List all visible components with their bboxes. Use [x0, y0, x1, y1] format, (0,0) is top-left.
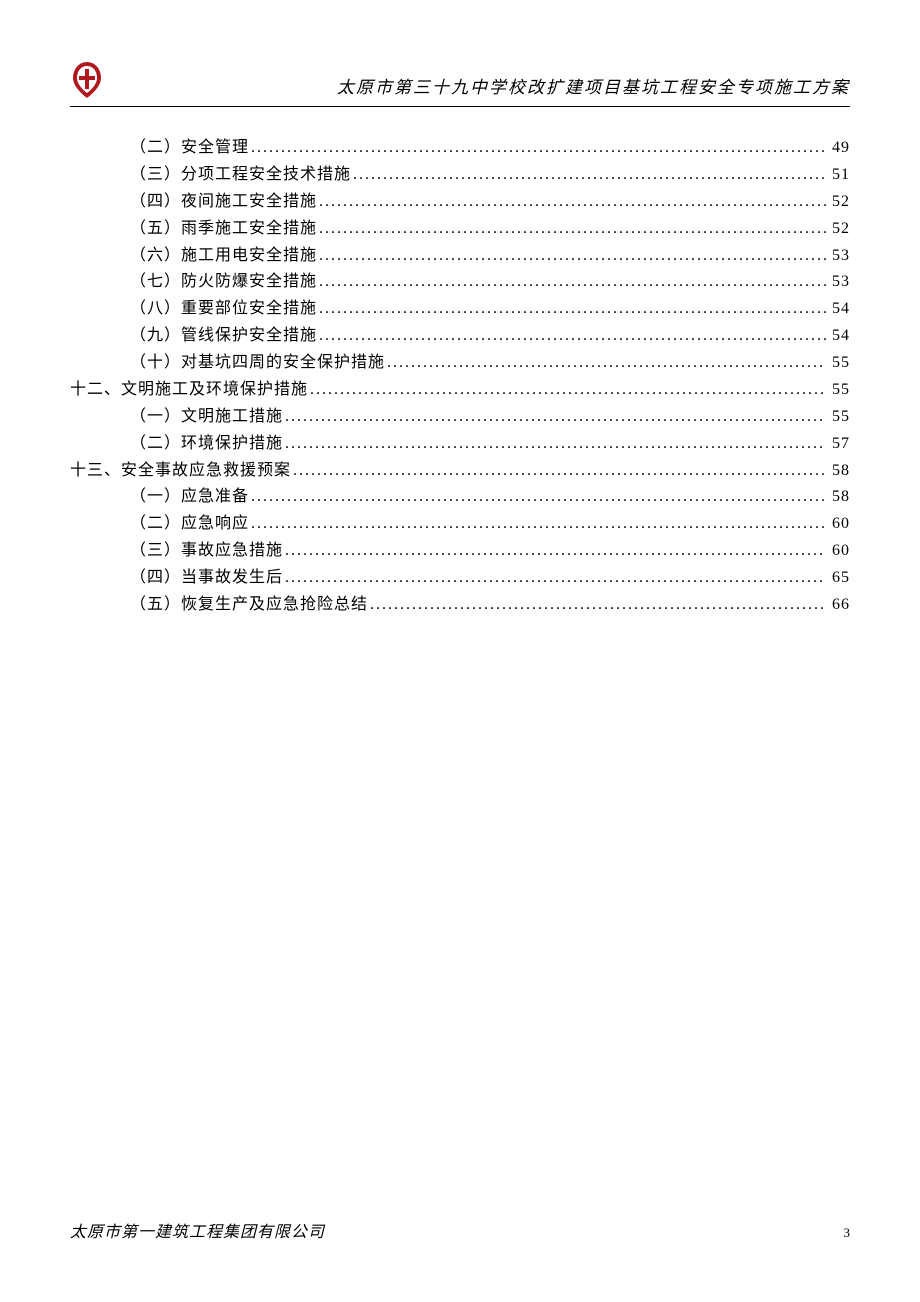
toc-page-number: 53 [826, 269, 850, 296]
toc-leader-dots [317, 243, 826, 270]
toc-label: （七）防火防爆安全措施 [130, 269, 317, 296]
header-title: 太原市第三十九中学校改扩建项目基坑工程安全专项施工方案 [104, 73, 850, 100]
toc-entry: （十）对基坑四周的安全保护措施 55 [130, 350, 850, 377]
toc-page-number: 55 [826, 350, 850, 377]
toc-label: （一）文明施工措施 [130, 404, 283, 431]
toc-page-number: 55 [826, 377, 850, 404]
toc-label: （四）当事故发生后 [130, 565, 283, 592]
toc-leader-dots [317, 189, 826, 216]
toc-label: （五）雨季施工安全措施 [130, 216, 317, 243]
toc-entry: 十二、文明施工及环境保护措施 55 [70, 377, 850, 404]
toc-page-number: 52 [826, 189, 850, 216]
toc-entry: （二）应急响应 60 [130, 511, 850, 538]
toc-entry: （二）安全管理 49 [130, 135, 850, 162]
toc-leader-dots [249, 484, 826, 511]
header-rule [70, 106, 850, 107]
page-header: 太原市第三十九中学校改扩建项目基坑工程安全专项施工方案 [70, 60, 850, 100]
footer-company: 太原市第一建筑工程集团有限公司 [70, 1218, 325, 1242]
document-page: 太原市第三十九中学校改扩建项目基坑工程安全专项施工方案 （二）安全管理49（三）… [0, 0, 920, 619]
toc-leader-dots [368, 592, 826, 619]
toc-entry: （三）事故应急措施 60 [130, 538, 850, 565]
toc-label: （三）分项工程安全技术措施 [130, 162, 351, 189]
toc-entry: 十三、安全事故应急救援预案 58 [70, 458, 850, 485]
toc-entry: （一）文明施工措施 55 [130, 404, 850, 431]
toc-label: （九）管线保护安全措施 [130, 323, 317, 350]
toc-leader-dots [308, 377, 826, 404]
toc-page-number: 66 [826, 592, 850, 619]
table-of-contents: （二）安全管理49（三）分项工程安全技术措施51（四）夜间施工安全措施52（五）… [70, 135, 850, 619]
company-logo-icon [70, 60, 104, 100]
toc-label: （十）对基坑四周的安全保护措施 [130, 350, 385, 377]
toc-leader-dots [385, 350, 826, 377]
toc-leader-dots [291, 458, 826, 485]
toc-page-number: 51 [826, 162, 850, 189]
toc-label: （二）安全管理 [130, 135, 249, 162]
toc-page-number: 54 [826, 296, 850, 323]
toc-entry: （四）当事故发生后 65 [130, 565, 850, 592]
toc-leader-dots [283, 538, 826, 565]
toc-leader-dots [283, 565, 826, 592]
toc-entry: （七）防火防爆安全措施 53 [130, 269, 850, 296]
toc-entry: （二）环境保护措施 57 [130, 431, 850, 458]
toc-entry: （四）夜间施工安全措施 52 [130, 189, 850, 216]
toc-page-number: 57 [826, 431, 850, 458]
toc-leader-dots [317, 216, 826, 243]
toc-leader-dots [351, 162, 826, 189]
toc-entry: （六）施工用电安全措施 53 [130, 243, 850, 270]
toc-label: 十三、安全事故应急救援预案 [70, 458, 291, 485]
toc-page-number: 52 [826, 216, 850, 243]
toc-label: （二）应急响应 [130, 511, 249, 538]
toc-leader-dots [317, 296, 826, 323]
toc-entry: （五）雨季施工安全措施 52 [130, 216, 850, 243]
toc-page-number: 60 [826, 538, 850, 565]
toc-label: （二）环境保护措施 [130, 431, 283, 458]
page-footer: 太原市第一建筑工程集团有限公司 3 [70, 1218, 850, 1242]
toc-label: （五）恢复生产及应急抢险总结 [130, 592, 368, 619]
toc-entry: （九）管线保护安全措施 54 [130, 323, 850, 350]
toc-page-number: 55 [826, 404, 850, 431]
toc-label: 十二、文明施工及环境保护措施 [70, 377, 308, 404]
toc-page-number: 58 [826, 484, 850, 511]
toc-entry: （五）恢复生产及应急抢险总结 66 [130, 592, 850, 619]
toc-leader-dots [317, 323, 826, 350]
toc-entry: （一）应急准备 58 [130, 484, 850, 511]
toc-label: （八）重要部位安全措施 [130, 296, 317, 323]
toc-leader-dots [283, 431, 826, 458]
toc-leader-dots [249, 135, 826, 162]
toc-page-number: 54 [826, 323, 850, 350]
toc-entry: （八）重要部位安全措施 54 [130, 296, 850, 323]
toc-page-number: 60 [826, 511, 850, 538]
toc-label: （四）夜间施工安全措施 [130, 189, 317, 216]
toc-page-number: 49 [826, 135, 850, 162]
toc-page-number: 58 [826, 458, 850, 485]
toc-leader-dots [249, 511, 826, 538]
toc-page-number: 65 [826, 565, 850, 592]
toc-leader-dots [317, 269, 826, 296]
toc-page-number: 53 [826, 243, 850, 270]
toc-label: （六）施工用电安全措施 [130, 243, 317, 270]
toc-entry: （三）分项工程安全技术措施 51 [130, 162, 850, 189]
toc-label: （三）事故应急措施 [130, 538, 283, 565]
toc-leader-dots [283, 404, 826, 431]
toc-label: （一）应急准备 [130, 484, 249, 511]
footer-page-number: 3 [844, 1225, 851, 1241]
